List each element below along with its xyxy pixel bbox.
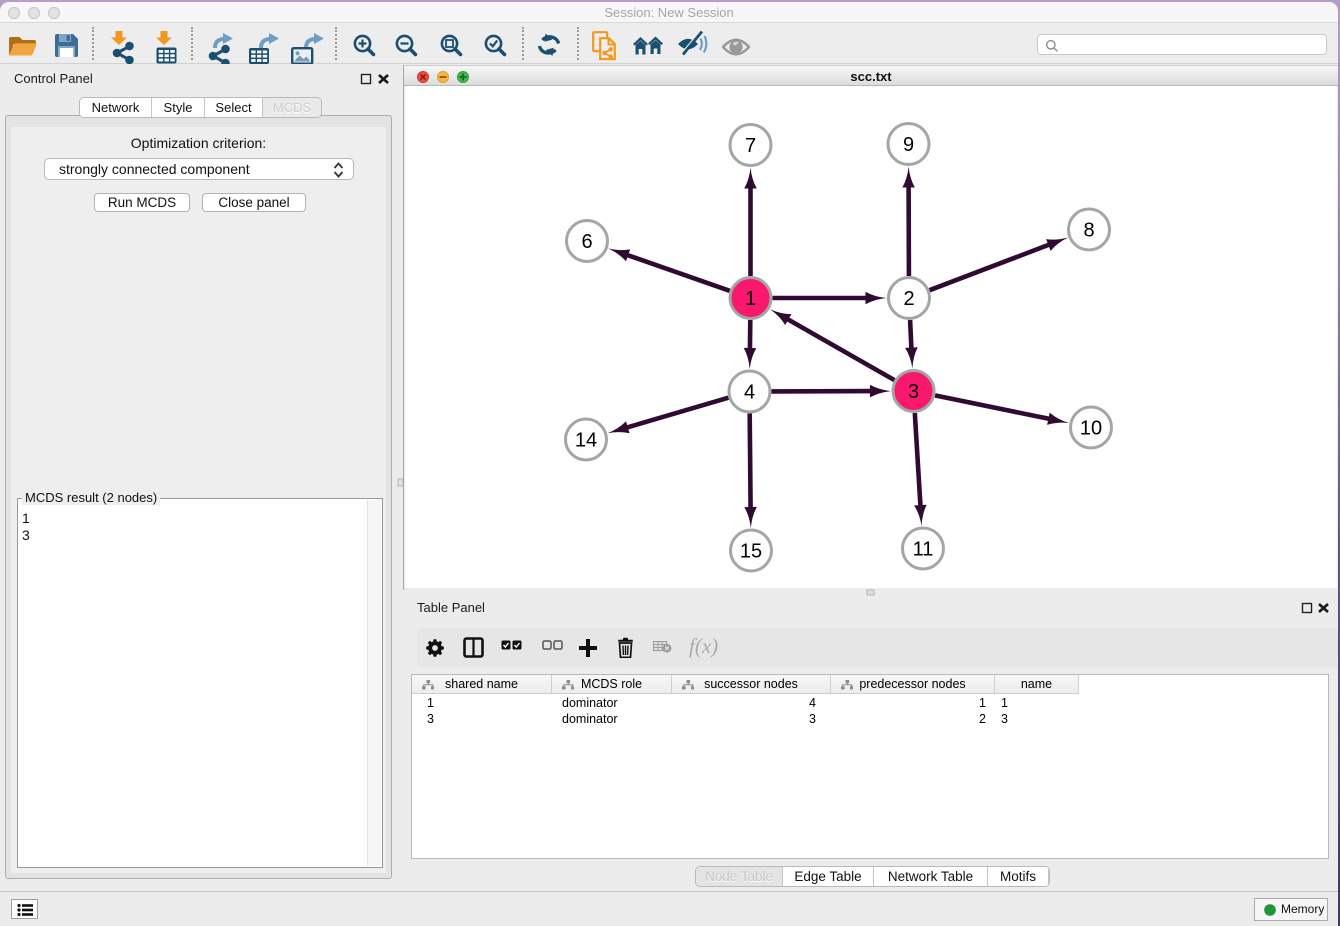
svg-text:9: 9 — [903, 134, 914, 156]
svg-text:8: 8 — [1083, 220, 1094, 242]
svg-text:3: 3 — [908, 381, 919, 403]
svg-text:6: 6 — [581, 231, 592, 253]
svg-text:2: 2 — [903, 288, 914, 310]
svg-text:10: 10 — [1080, 418, 1102, 440]
svg-text:4: 4 — [744, 382, 755, 404]
svg-text:7: 7 — [745, 135, 756, 157]
svg-text:15: 15 — [740, 541, 762, 563]
svg-text:14: 14 — [575, 430, 597, 452]
svg-text:11: 11 — [913, 539, 934, 561]
svg-text:1: 1 — [745, 288, 756, 310]
